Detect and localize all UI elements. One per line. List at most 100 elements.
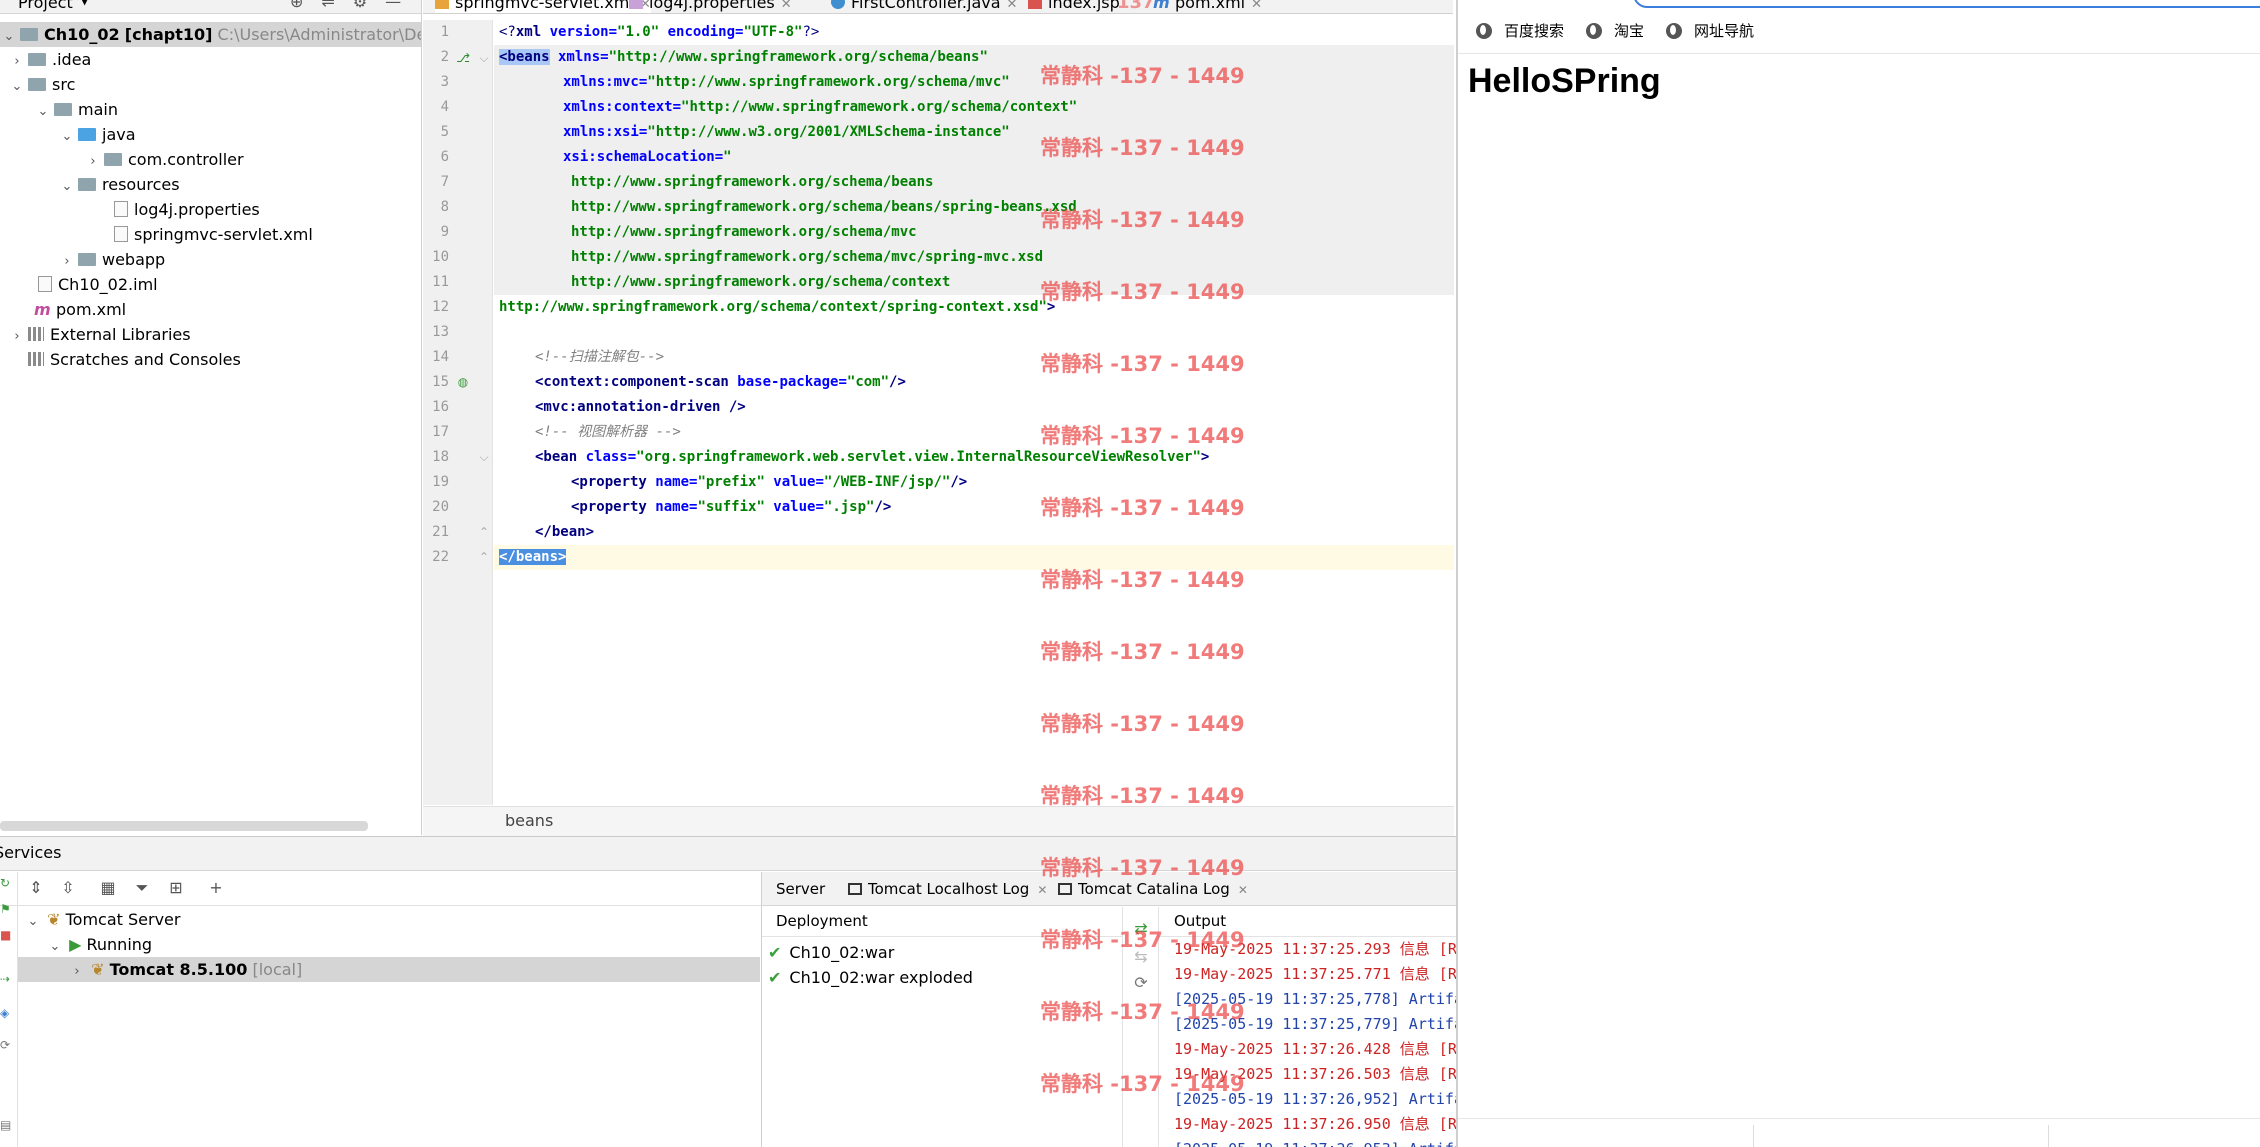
project-panel-title[interactable]: Project: [18, 0, 73, 12]
bookmark-taobao[interactable]: 淘宝: [1586, 19, 1644, 43]
code-token: />: [874, 499, 892, 515]
tree-item-label: com.controller: [128, 150, 244, 169]
tree-item-webapp[interactable]: › webapp: [58, 247, 165, 272]
tree-item-external-libraries[interactable]: › External Libraries: [8, 322, 190, 349]
tree-item-project-root[interactable]: ⌄ Ch10_02 [chapt10] C:\Users\Administrato…: [0, 22, 421, 49]
tree-item-tomcat-server[interactable]: ⌄ ❦ Tomcat Server: [24, 907, 181, 934]
filter-icon[interactable]: ⏷: [132, 878, 152, 898]
chevron-down-icon[interactable]: ⌄: [0, 24, 18, 49]
fold-icon[interactable]: ⌵: [476, 50, 492, 66]
tab-label: pom.xml: [1175, 0, 1246, 12]
chevron-down-icon[interactable]: ⌄: [58, 124, 76, 149]
tree-item-label: springmvc-servlet.xml: [134, 225, 313, 244]
folder-icon: [28, 53, 46, 66]
chevron-down-icon[interactable]: ⌄: [46, 934, 64, 959]
code-token: />: [950, 474, 968, 490]
deployment-item[interactable]: ✔ Ch10_02:war: [768, 940, 894, 965]
deployment-title: Deployment: [776, 912, 868, 930]
new-tab-icon[interactable]: ⊞: [166, 878, 186, 898]
module-label: [chapt10]: [124, 25, 213, 44]
close-icon[interactable]: ✕: [1251, 0, 1262, 12]
tree-item-log4j[interactable]: log4j.properties: [110, 197, 260, 222]
watermark: 常静科 -137 - 1449: [1040, 136, 1245, 160]
deploy-icon[interactable]: ⇢: [0, 972, 12, 986]
chevron-down-icon[interactable]: ⌄: [34, 99, 52, 124]
code-token: "prefix": [697, 474, 765, 490]
tab-index-jsp[interactable]: index.jsp: [1028, 0, 1120, 13]
watermark: 常静科 -137 - 1449: [1040, 424, 1245, 448]
open-browser-icon[interactable]: ◈: [0, 1006, 12, 1020]
tree-item-com-controller[interactable]: › com.controller: [84, 147, 244, 174]
tab-log4j[interactable]: log4j.properties ✕: [629, 0, 792, 13]
chevron-right-icon[interactable]: ›: [84, 149, 102, 174]
output-log[interactable]: 19-May-2025 11:37:25.293 信息 [R 19-May-20…: [1158, 937, 1456, 1147]
bookmark-baidu[interactable]: 百度搜索: [1476, 19, 1564, 43]
chevron-down-icon[interactable]: ▼: [80, 0, 89, 7]
tab-springmvc-servlet[interactable]: springmvc-servlet.xml ✕: [435, 0, 651, 13]
chevron-right-icon[interactable]: ›: [8, 324, 26, 349]
tree-item-springmvc[interactable]: springmvc-servlet.xml: [110, 222, 313, 247]
line-number: 13: [432, 324, 449, 340]
tree-item-idea[interactable]: › .idea: [8, 47, 91, 72]
collapse-all-icon[interactable]: ⇳: [58, 878, 78, 898]
code-line-7: http://www.springframework.org/schema/be…: [571, 174, 934, 190]
chevron-down-icon[interactable]: ⌄: [8, 74, 26, 99]
line-number: 21: [432, 524, 449, 540]
fold-icon[interactable]: ⌵: [476, 449, 492, 465]
close-icon[interactable]: ✕: [1007, 0, 1018, 12]
chevron-down-icon[interactable]: ⌄: [24, 909, 42, 934]
expand-all-icon[interactable]: ⇕: [26, 878, 46, 898]
stop-icon[interactable]: ■: [0, 928, 12, 942]
tab-pom[interactable]: m pom.xml ✕: [1153, 0, 1262, 13]
line-number: 7: [440, 174, 449, 190]
spring-scan-gutter-icon[interactable]: ◍: [455, 374, 471, 390]
tree-item-iml[interactable]: Ch10_02.iml: [34, 272, 158, 297]
watermark: 常静科 -137 - 1449: [1040, 640, 1245, 664]
line-number: 20: [432, 499, 449, 515]
chevron-down-icon[interactable]: ⌄: [58, 174, 76, 199]
debug-icon[interactable]: ⚑: [0, 902, 12, 916]
refresh-icon[interactable]: ⟳: [1131, 973, 1151, 993]
tree-item-pom[interactable]: m pom.xml: [34, 297, 126, 322]
tree-item-label: main: [78, 100, 118, 119]
jsp-file-icon: [1028, 0, 1042, 9]
project-horizontal-scrollbar[interactable]: [0, 821, 368, 831]
code-token: "/WEB-INF/jsp/": [823, 474, 951, 490]
fold-icon[interactable]: ⌃: [476, 549, 492, 565]
tree-item-java[interactable]: ⌄ java: [58, 122, 136, 147]
chevron-right-icon[interactable]: ›: [8, 49, 26, 74]
tree-item-tomcat-instance[interactable]: › ❦ Tomcat 8.5.100 [local]: [18, 957, 760, 982]
tree-item-scratches[interactable]: Scratches and Consoles: [8, 347, 241, 372]
rerun-icon[interactable]: ↻: [0, 876, 12, 890]
tab-tomcat-localhost-log[interactable]: Tomcat Localhost Log ✕: [848, 872, 1047, 906]
refresh-icon[interactable]: ⟳: [0, 1038, 12, 1052]
tab-first-controller[interactable]: FirstController.java ✕: [831, 0, 1018, 13]
tree-item-main[interactable]: ⌄ main: [34, 97, 118, 122]
tab-server[interactable]: Server: [776, 872, 825, 906]
tree-item-label: log4j.properties: [134, 200, 260, 219]
close-icon[interactable]: ✕: [1238, 883, 1248, 897]
breadcrumb-item-beans[interactable]: beans: [505, 811, 553, 830]
close-icon[interactable]: ✕: [781, 0, 792, 12]
chevron-right-icon[interactable]: ›: [58, 249, 76, 274]
close-icon[interactable]: ✕: [1037, 883, 1047, 897]
tab-label: springmvc-servlet.xml: [455, 0, 634, 12]
bookmark-nav[interactable]: 网址导航: [1666, 19, 1754, 43]
group-by-icon[interactable]: ▦: [98, 878, 118, 898]
tree-item-running[interactable]: ⌄ ▶ Running: [46, 932, 153, 959]
line-number: 22: [432, 549, 449, 565]
project-toolbar-icons[interactable]: ⊕⇌⚙—: [290, 0, 419, 11]
line-number: 9: [440, 224, 449, 240]
address-bar[interactable]: [1633, 0, 2260, 8]
tree-item-resources[interactable]: ⌄ resources: [58, 172, 180, 197]
tree-item-src[interactable]: ⌄ src: [8, 72, 76, 99]
deployment-item[interactable]: ✔ Ch10_02:war exploded: [768, 965, 973, 990]
fold-icon[interactable]: ⌃: [476, 524, 492, 540]
deployment-label: Ch10_02:war: [789, 943, 895, 962]
layout-icon[interactable]: ▤: [0, 1118, 12, 1132]
spring-bean-gutter-icon[interactable]: ⎇: [455, 50, 471, 66]
code-token: "1.0": [617, 24, 660, 40]
add-service-icon[interactable]: +: [206, 878, 226, 898]
code-line-14: <!--扫描注解包-->: [535, 349, 665, 365]
chevron-right-icon[interactable]: ›: [68, 959, 86, 984]
